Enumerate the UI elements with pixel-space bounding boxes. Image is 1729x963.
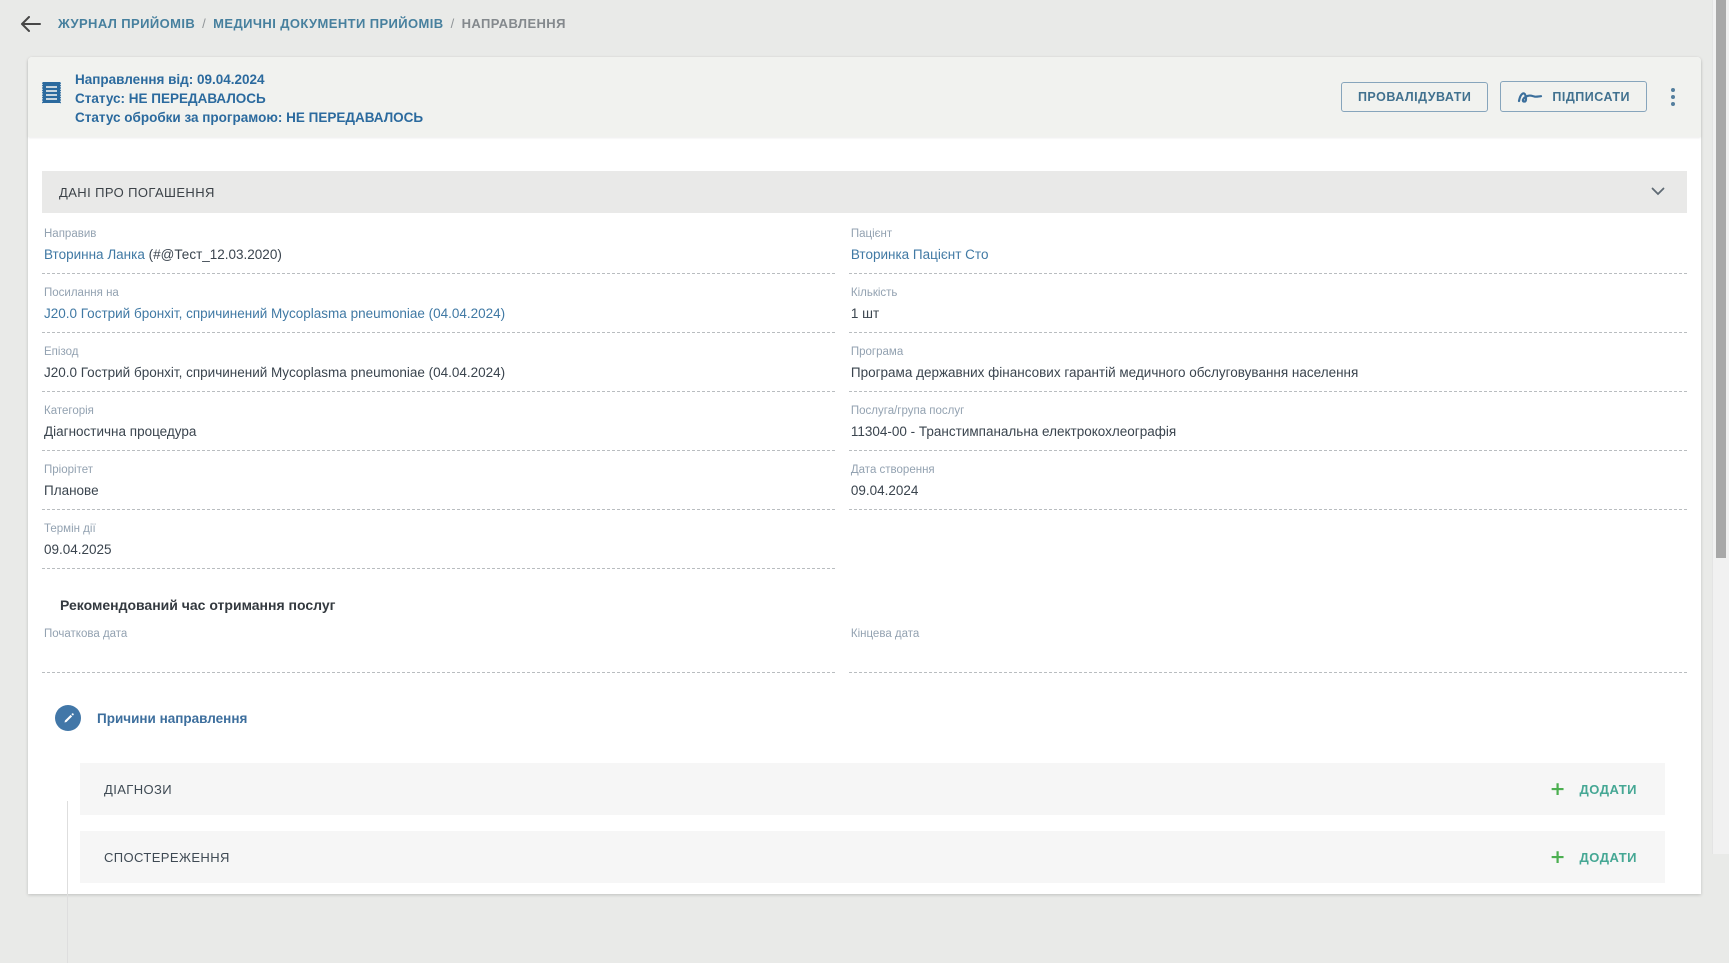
add-diagnosis-label: ДОДАТИ [1580, 782, 1638, 797]
more-options-icon[interactable] [1663, 84, 1683, 110]
back-arrow-icon[interactable] [18, 12, 42, 36]
field-referred-by: Направив Вторинна Ланка (#@Тест_12.03.20… [42, 215, 835, 274]
plus-icon: + [1550, 781, 1566, 797]
breadcrumb-item-current: НАПРАВЛЕННЯ [462, 16, 566, 31]
referral-status: Статус: НЕ ПЕРЕДАВАЛОСЬ [75, 89, 1341, 108]
field-quantity: Кількість 1 шт [849, 274, 1687, 333]
tree-connector-line [67, 801, 68, 963]
section-repayment-data[interactable]: ДАНІ ПРО ПОГАШЕННЯ [42, 171, 1687, 213]
patient-link[interactable]: Вторинка Пацієнт Сто [851, 247, 989, 262]
field-service-group: Послуга/група послуг 11304-00 - Транстим… [849, 392, 1687, 451]
diagnoses-title: ДІАГНОЗИ [104, 782, 172, 797]
referred-by-link[interactable]: Вторинна Ланка [44, 247, 145, 262]
referral-reasons-header: Причини направлення [55, 705, 1687, 731]
field-program: Програма Програма державних фінансових г… [849, 333, 1687, 392]
document-icon [42, 81, 61, 109]
field-category: Категорія Діагностична процедура [42, 392, 835, 451]
field-start-date[interactable]: Початкова дата [42, 615, 835, 673]
vertical-scrollbar[interactable] [1712, 0, 1729, 854]
referral-program-status: Статус обробки за програмою: НЕ ПЕРЕДАВА… [75, 108, 1341, 127]
recommended-fields: Початкова дата Кінцева дата [42, 615, 1687, 673]
section-title: ДАНІ ПРО ПОГАШЕННЯ [59, 185, 215, 200]
breadcrumb-separator: / [451, 16, 455, 31]
scrollbar-thumb[interactable] [1716, 0, 1726, 558]
referral-header: Направлення від: 09.04.2024 Статус: НЕ П… [28, 57, 1701, 137]
breadcrumb: ЖУРНАЛ ПРИЙОМІВ / МЕДИЧНІ ДОКУМЕНТИ ПРИЙ… [0, 0, 1729, 46]
field-creation-date: Дата створення 09.04.2024 [849, 451, 1687, 510]
fields-grid: Направив Вторинна Ланка (#@Тест_12.03.20… [42, 213, 1687, 569]
breadcrumb-item-journal[interactable]: ЖУРНАЛ ПРИЙОМІВ [58, 16, 195, 31]
recommended-time-heading: Рекомендований час отримання послуг [60, 597, 1687, 613]
referral-reasons-title: Причини направлення [97, 711, 247, 726]
referred-by-suffix: (#@Тест_12.03.2020) [145, 247, 282, 262]
field-patient: Пацієнт Вторинка Пацієнт Сто [849, 215, 1687, 274]
field-validity-term: Термін дії 09.04.2025 [42, 510, 835, 569]
observations-title: СПОСТЕРЕЖЕННЯ [104, 850, 230, 865]
field-episode: Епізод J20.0 Гострий бронхіт, спричинени… [42, 333, 835, 392]
chevron-down-icon[interactable] [1651, 183, 1665, 201]
add-observation-button[interactable]: + ДОДАТИ [1546, 847, 1641, 867]
observations-group-bar: СПОСТЕРЕЖЕННЯ + ДОДАТИ [80, 831, 1665, 883]
sign-button-label: ПІДПИСАТИ [1552, 90, 1630, 104]
validate-button[interactable]: ПРОВАЛІДУВАТИ [1341, 82, 1488, 112]
field-end-date[interactable]: Кінцева дата [849, 615, 1687, 673]
diagnoses-group-bar: ДІАГНОЗИ + ДОДАТИ [80, 763, 1665, 815]
reference-link[interactable]: J20.0 Гострий бронхіт, спричинений Mycop… [44, 306, 505, 321]
sign-button[interactable]: ПІДПИСАТИ [1500, 81, 1647, 112]
referral-card: Направлення від: 09.04.2024 Статус: НЕ П… [28, 57, 1701, 894]
field-priority: Пріорітет Планове [42, 451, 835, 510]
field-empty-cell [849, 510, 1687, 569]
breadcrumb-item-medical-docs[interactable]: МЕДИЧНІ ДОКУМЕНТИ ПРИЙОМІВ [213, 16, 443, 31]
field-reference-to: Посилання на J20.0 Гострий бронхіт, спри… [42, 274, 835, 333]
plus-icon: + [1550, 849, 1566, 865]
referral-title: Направлення від: 09.04.2024 [75, 70, 1341, 89]
breadcrumb-separator: / [202, 16, 206, 31]
add-observation-label: ДОДАТИ [1580, 850, 1638, 865]
signature-icon [1517, 89, 1543, 104]
validate-button-label: ПРОВАЛІДУВАТИ [1358, 90, 1471, 104]
add-diagnosis-button[interactable]: + ДОДАТИ [1546, 779, 1641, 799]
pencil-icon [55, 705, 81, 731]
